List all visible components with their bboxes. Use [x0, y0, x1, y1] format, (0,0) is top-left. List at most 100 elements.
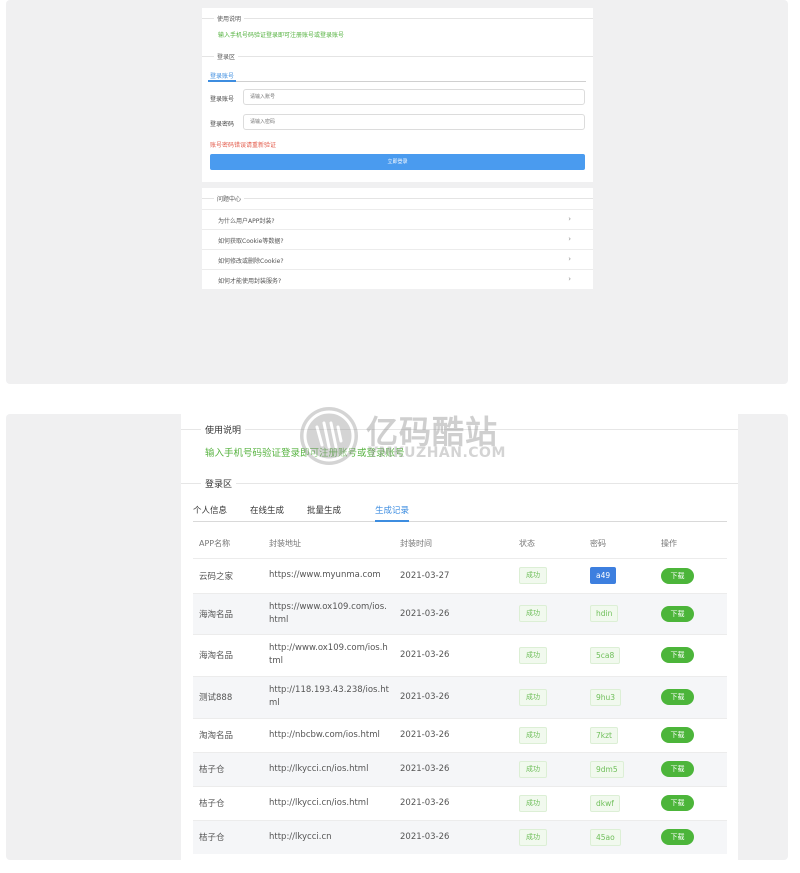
- column-header: 封装时间: [400, 538, 432, 548]
- section-divider: [202, 56, 593, 57]
- url-cell: http://lkycci.cn/ios.html: [263, 751, 394, 786]
- time-cell: 2021-03-26: [394, 675, 513, 718]
- section-divider: [202, 198, 593, 199]
- usage-text-small: 输入手机号码验证登录即可注册账号或登录账号: [218, 32, 345, 39]
- usage-title: 使用说明: [201, 423, 246, 436]
- url-cell: https://www.myunma.com: [263, 557, 394, 593]
- table-row: 桔子仓 http://lkycci.cn 2021-03-26 成功 45ao …: [193, 819, 727, 854]
- tab-active-underline: [208, 80, 236, 82]
- status-badge: 成功: [519, 760, 547, 778]
- download-button[interactable]: 下载: [661, 727, 694, 743]
- url-cell: http://lkycci.cn/ios.html: [263, 785, 394, 820]
- code-badge[interactable]: a49: [590, 567, 617, 584]
- time-cell: 2021-03-27: [394, 557, 513, 593]
- faq-title: 问题中心: [214, 194, 245, 203]
- table-row: 测试888 http://118.193.43.238/ios.html 202…: [193, 675, 727, 718]
- url-cell: http://www.ox109.com/ios.html: [263, 633, 394, 676]
- table-row: 海淘名品 https://www.ox109.com/ios.html 2021…: [193, 592, 727, 634]
- download-button[interactable]: 下载: [661, 795, 694, 811]
- column-header: APP名称: [199, 538, 231, 548]
- status-badge: 成功: [519, 567, 547, 584]
- download-button[interactable]: 下载: [661, 647, 694, 663]
- tab-login-account[interactable]: 登录账号: [210, 71, 234, 80]
- table-row: 桔子仓 http://lkycci.cn/ios.html 2021-03-26…: [193, 785, 727, 820]
- status-badge: 成功: [519, 646, 547, 664]
- login-title-small: 登录区: [214, 52, 239, 61]
- download-button[interactable]: 下载: [661, 689, 694, 705]
- download-button[interactable]: 下载: [661, 761, 694, 777]
- column-header: 封装地址: [269, 538, 301, 548]
- time-cell: 2021-03-26: [394, 592, 513, 634]
- chevron-right-icon: ›: [568, 215, 571, 223]
- url-cell: http://lkycci.cn: [263, 819, 394, 854]
- faq-item[interactable]: 如何获取Cookie等数据? ›: [202, 229, 593, 249]
- records-table: APP名称 封装地址 封装时间 状态 密码 操作 云码之家 https://ww…: [193, 529, 727, 854]
- tab-batch-generate[interactable]: 批量生成: [307, 504, 341, 516]
- tab-online-generate[interactable]: 在线生成: [250, 504, 284, 516]
- password-label: 登录密码: [210, 121, 235, 128]
- chevron-right-icon: ›: [568, 235, 571, 243]
- code-badge[interactable]: 7kzt: [590, 726, 618, 744]
- download-button[interactable]: 下载: [661, 567, 694, 584]
- time-cell: 2021-03-26: [394, 785, 513, 820]
- table-row: 桔子仓 http://lkycci.cn/ios.html 2021-03-26…: [193, 751, 727, 786]
- records-card: 使用说明 输入手机号码验证登录即可注册账号或登录账号 登录区 个人信息 在线生成…: [181, 413, 738, 860]
- download-button[interactable]: 下载: [661, 605, 694, 622]
- url-cell: https://www.ox109.com/ios.html: [263, 592, 394, 634]
- faq-question: 如何才能使用封装服务?: [218, 278, 282, 285]
- password-input[interactable]: [243, 114, 585, 130]
- app-name-cell: 桔子仓: [193, 751, 263, 786]
- section-divider: [202, 18, 593, 19]
- code-badge[interactable]: 9hu3: [590, 688, 622, 706]
- tab-profile[interactable]: 个人信息: [193, 504, 227, 516]
- tab-generate-records[interactable]: 生成记录: [375, 504, 409, 516]
- login-title: 登录区: [201, 477, 237, 490]
- column-header: 状态: [519, 538, 535, 548]
- download-button[interactable]: 下载: [661, 829, 694, 846]
- section-divider: [181, 483, 738, 484]
- status-badge: 成功: [519, 828, 547, 846]
- status-badge: 成功: [519, 794, 547, 812]
- faq-card: 问题中心 为什么用户APP封装? › 如何获取Cookie等数据? › 如何修改…: [202, 188, 593, 289]
- tab-bar-line: [208, 81, 586, 82]
- faq-question: 如何获取Cookie等数据?: [218, 238, 284, 245]
- status-badge: 成功: [519, 605, 547, 622]
- table-row: 淘淘名品 http://nbcbw.com/ios.html 2021-03-2…: [193, 717, 727, 752]
- column-header: 操作: [661, 538, 677, 548]
- faq-item[interactable]: 为什么用户APP封装? ›: [202, 209, 593, 229]
- time-cell: 2021-03-26: [394, 819, 513, 854]
- app-name-cell: 淘淘名品: [193, 717, 263, 752]
- time-cell: 2021-03-26: [394, 751, 513, 786]
- code-badge[interactable]: 45ao: [590, 828, 621, 846]
- column-header: 密码: [590, 538, 606, 548]
- account-input[interactable]: [243, 89, 585, 105]
- tab-active-underline: [375, 520, 409, 522]
- faq-question: 如何修改或删除Cookie?: [218, 258, 284, 265]
- faq-item[interactable]: 如何修改或删除Cookie? ›: [202, 249, 593, 269]
- url-cell: http://118.193.43.238/ios.html: [263, 675, 394, 718]
- tab-bar: 个人信息 在线生成 批量生成 生成记录: [193, 504, 727, 522]
- usage-text: 输入手机号码验证登录即可注册账号或登录账号: [205, 448, 405, 459]
- table-row: 云码之家 https://www.myunma.com 2021-03-27 成…: [193, 557, 727, 593]
- section-divider: [181, 429, 738, 430]
- code-badge[interactable]: 9dm5: [590, 760, 624, 778]
- login-warning: 账号密码错误请重新验证: [210, 142, 277, 149]
- login-card-small: 使用说明 输入手机号码验证登录即可注册账号或登录账号 登录区 登录账号 登录账号…: [202, 8, 593, 182]
- code-badge[interactable]: hdin: [590, 605, 619, 622]
- app-name-cell: 桔子仓: [193, 785, 263, 820]
- code-badge[interactable]: dkwf: [590, 794, 620, 812]
- login-button[interactable]: 立即登录: [210, 154, 585, 170]
- status-badge: 成功: [519, 688, 547, 706]
- faq-item[interactable]: 如何才能使用封装服务? ›: [202, 269, 593, 289]
- usage-title-small: 使用说明: [214, 14, 245, 23]
- code-badge[interactable]: 5ca8: [590, 646, 621, 664]
- time-cell: 2021-03-26: [394, 717, 513, 752]
- app-name-cell: 测试888: [193, 675, 263, 718]
- app-name-cell: 桔子仓: [193, 819, 263, 854]
- url-cell: http://nbcbw.com/ios.html: [263, 717, 394, 752]
- app-name-cell: 海淘名品: [193, 633, 263, 676]
- chevron-right-icon: ›: [568, 255, 571, 263]
- app-name-cell: 海淘名品: [193, 592, 263, 634]
- faq-question: 为什么用户APP封装?: [218, 218, 275, 225]
- status-badge: 成功: [519, 726, 547, 744]
